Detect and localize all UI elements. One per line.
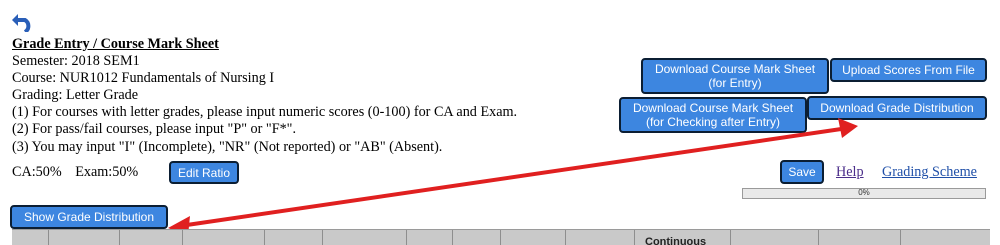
mark-sheet-table-header: Continuous [12,229,990,245]
annotation-arrows [168,118,858,236]
annotation-arrow-line [178,126,850,228]
arrowhead-right [838,118,858,138]
